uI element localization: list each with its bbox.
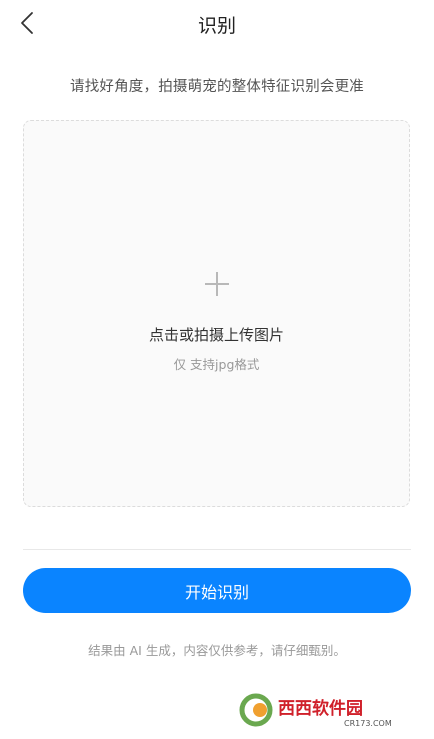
watermark-brand: 西西软件园 [278, 698, 363, 719]
disclaimer-text: 结果由 AI 生成，内容仅供参考，请仔细甄别。 [88, 643, 346, 658]
watermark-logo: 西西软件园 CR173.COM [236, 690, 414, 730]
upload-area[interactable]: 点击或拍摄上传图片 仅 支持jpg格式 [23, 120, 410, 507]
divider [23, 549, 411, 550]
upload-label: 点击或拍摄上传图片 [148, 326, 284, 344]
header-bar: 识别 [0, 0, 434, 46]
hint-text: 请找好角度，拍摄萌宠的整体特征识别会更准 [70, 79, 364, 95]
page-title: 识别 [197, 15, 236, 37]
start-recognition-button[interactable]: 开始识别 [23, 568, 411, 613]
upload-format-note: 仅 支持jpg格式 [173, 357, 260, 372]
plus-icon [205, 272, 229, 296]
watermark-domain: CR173.COM [344, 719, 392, 728]
